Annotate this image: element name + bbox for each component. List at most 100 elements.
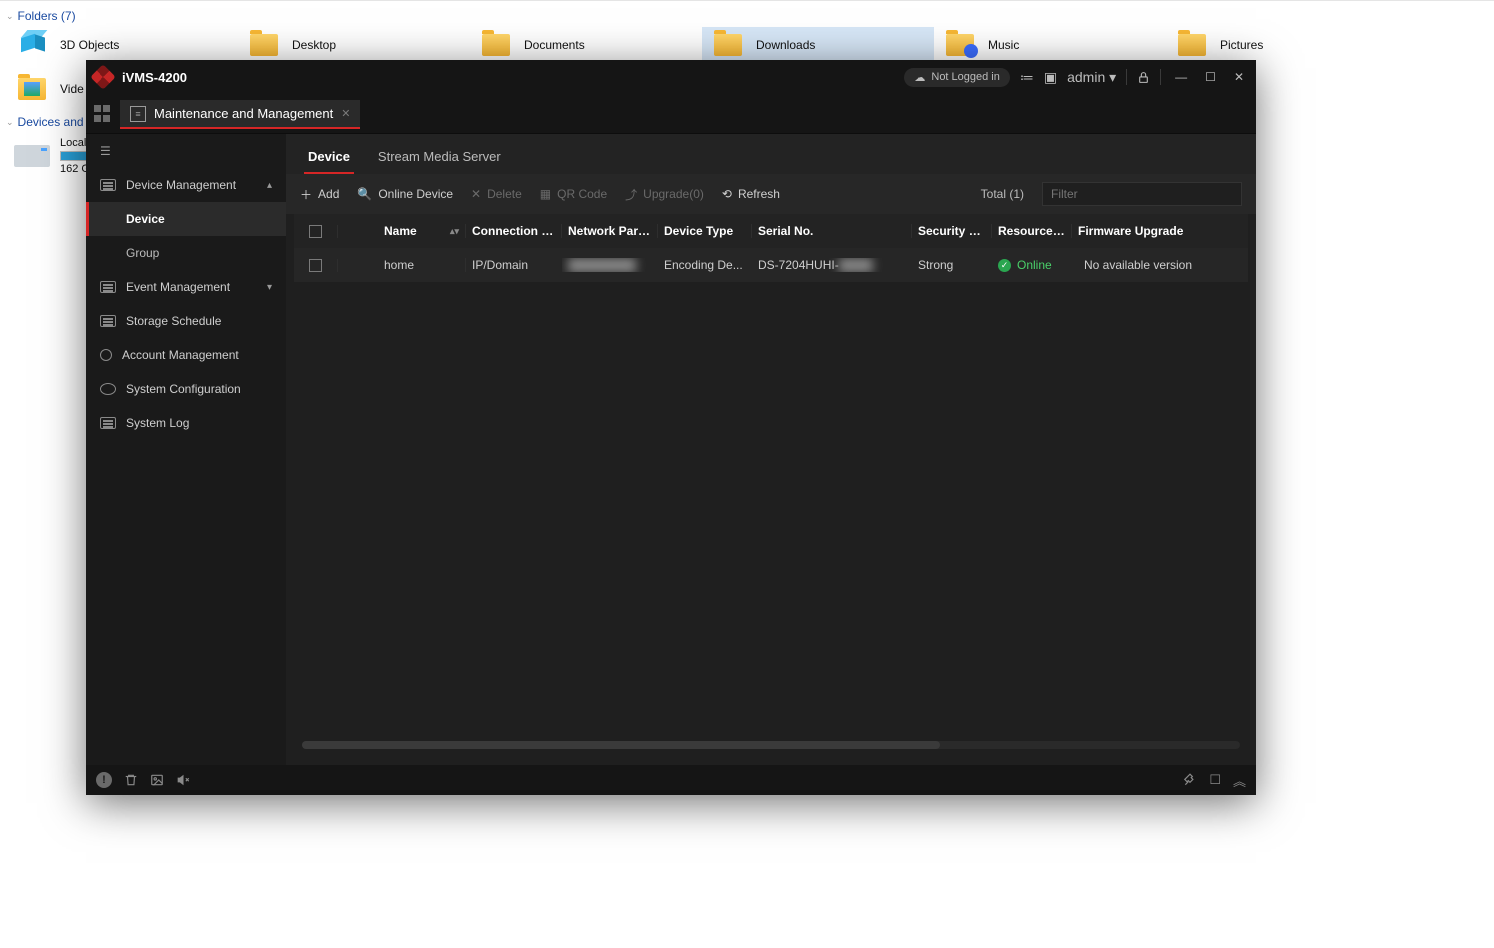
col-firmware-upgrade[interactable]: Firmware Upgrade xyxy=(1072,224,1204,238)
alert-icon[interactable]: ! xyxy=(96,772,112,788)
tab-label: Maintenance and Management xyxy=(154,106,333,121)
trash-icon[interactable] xyxy=(124,773,138,787)
sidebar-item-label: Group xyxy=(126,246,159,260)
qr-icon: ▦ xyxy=(540,187,551,201)
online-device-button[interactable]: 🔍Online Device xyxy=(357,187,453,201)
user-dropdown[interactable]: admin ▾ xyxy=(1067,69,1116,86)
toolbar: ＋Add 🔍Online Device ✕Delete ▦QR Code ⤴Up… xyxy=(286,174,1256,214)
app-logo-icon xyxy=(90,64,115,89)
row-checkbox[interactable] xyxy=(309,259,322,272)
upload-icon: ⤴ xyxy=(625,186,637,203)
folder-label: Vide xyxy=(60,82,84,96)
device-management-icon xyxy=(100,179,116,191)
cell-device-type: Encoding De... xyxy=(658,258,752,272)
ivms-app-window: iVMS-4200 ☁ Not Logged in ≔ ▣ admin ▾ — … xyxy=(86,60,1256,795)
col-network-param[interactable]: Network Param... xyxy=(562,224,658,238)
folder-desktop[interactable]: Desktop xyxy=(238,27,470,63)
folder-icon xyxy=(1174,31,1210,59)
refresh-button[interactable]: ⟲Refresh xyxy=(722,187,780,201)
separator xyxy=(1160,69,1161,85)
col-serial-no[interactable]: Serial No. xyxy=(752,224,912,238)
lock-icon[interactable] xyxy=(1137,71,1150,84)
sidebar-item-label: Device Management xyxy=(126,178,236,192)
sidebar-item-storage-schedule[interactable]: Storage Schedule xyxy=(86,304,286,338)
sort-icon: ▴▾ xyxy=(450,226,459,237)
sidebar-item-label: System Log xyxy=(126,416,189,430)
folders-label: Folders (7) xyxy=(18,9,76,23)
folders-section-header[interactable]: ⌄ Folders (7) xyxy=(0,1,1494,27)
home-grid-button[interactable] xyxy=(94,105,112,123)
file-explorer-background: ⌄ Folders (7) 3D Objects Desktop Documen… xyxy=(0,0,1494,948)
chevron-down-icon: ▾ xyxy=(267,282,272,293)
gear-icon xyxy=(100,383,116,395)
menu-list-icon[interactable]: ≔ xyxy=(1020,69,1034,86)
log-icon xyxy=(100,417,116,429)
close-button[interactable]: ✕ xyxy=(1230,68,1248,86)
col-name[interactable]: Name▴▾ xyxy=(378,224,466,238)
tab-device[interactable]: Device xyxy=(306,139,352,174)
cell-network-param: ████████ xyxy=(562,258,658,272)
folder-label: Desktop xyxy=(292,38,336,52)
cell-resource-status: ✓ Online xyxy=(992,258,1072,272)
login-status[interactable]: ☁ Not Logged in xyxy=(904,68,1010,87)
sidebar-item-system-configuration[interactable]: System Configuration xyxy=(86,372,286,406)
sidebar-toggle[interactable]: ☰ xyxy=(86,134,286,168)
folder-documents[interactable]: Documents xyxy=(470,27,702,63)
sidebar-item-device-management[interactable]: Device Management ▴ xyxy=(86,168,286,202)
check-circle-icon: ✓ xyxy=(998,259,1011,272)
col-connection-type[interactable]: Connection T... xyxy=(466,224,562,238)
titlebar[interactable]: iVMS-4200 ☁ Not Logged in ≔ ▣ admin ▾ — … xyxy=(86,60,1256,94)
col-device-type[interactable]: Device Type xyxy=(658,224,752,238)
plus-icon: ＋ xyxy=(300,186,312,203)
folder-label: Pictures xyxy=(1220,38,1263,52)
app-title: iVMS-4200 xyxy=(122,70,187,85)
sidebar-item-group[interactable]: Group xyxy=(86,236,286,270)
folder-icon xyxy=(942,31,978,59)
sidebar-item-system-log[interactable]: System Log xyxy=(86,406,286,440)
window-icon[interactable]: ☐ xyxy=(1209,772,1221,788)
separator xyxy=(1126,69,1127,85)
add-button[interactable]: ＋Add xyxy=(300,186,339,203)
mute-icon[interactable] xyxy=(176,773,191,787)
image-icon[interactable]: ▣ xyxy=(1044,69,1057,86)
folder-icon xyxy=(246,31,282,59)
main-content: Device Stream Media Server ＋Add 🔍Online … xyxy=(286,134,1256,765)
sidebar-item-event-management[interactable]: Event Management ▾ xyxy=(86,270,286,304)
sidebar-item-label: System Configuration xyxy=(126,382,241,396)
folder-label: Music xyxy=(988,38,1019,52)
tab-stream-media-server[interactable]: Stream Media Server xyxy=(376,139,503,174)
minimize-button[interactable]: — xyxy=(1171,68,1191,86)
folder-icon xyxy=(478,31,514,59)
folder-3d-objects[interactable]: 3D Objects xyxy=(6,27,238,63)
cell-firmware-upgrade: No available version xyxy=(1072,258,1204,272)
picture-icon[interactable] xyxy=(150,773,164,787)
col-resource-usage[interactable]: Resource Us... xyxy=(992,224,1072,238)
chevron-up-icon: ▴ xyxy=(267,180,272,191)
tab-maintenance-management[interactable]: ≡ Maintenance and Management ✕ xyxy=(120,100,360,128)
select-all-checkbox[interactable] xyxy=(309,225,322,238)
collapse-icon[interactable]: ︽ xyxy=(1233,771,1246,790)
cloud-icon: ☁ xyxy=(914,71,925,84)
x-icon: ✕ xyxy=(471,187,481,201)
maximize-button[interactable]: ☐ xyxy=(1201,68,1220,86)
sidebar-item-device[interactable]: Device xyxy=(86,202,286,236)
folder-music[interactable]: Music xyxy=(934,27,1166,63)
folder-label: Downloads xyxy=(756,38,815,52)
folder-pictures[interactable]: Pictures xyxy=(1166,27,1398,63)
folder-icon xyxy=(710,31,746,59)
table-row[interactable]: home IP/Domain ████████ Encoding De... D… xyxy=(294,248,1248,282)
cell-security-level: Strong xyxy=(912,258,992,272)
3d-objects-icon xyxy=(14,31,50,59)
horizontal-scrollbar[interactable] xyxy=(302,741,1240,749)
tab-close-icon[interactable]: ✕ xyxy=(341,107,350,120)
delete-button: ✕Delete xyxy=(471,187,522,201)
sidebar: ☰ Device Management ▴ Device Group Event… xyxy=(86,134,286,765)
folder-downloads[interactable]: Downloads xyxy=(702,27,934,63)
cell-name: home xyxy=(378,258,466,272)
folder-label: 3D Objects xyxy=(60,38,119,52)
filter-input[interactable] xyxy=(1042,182,1242,206)
pin-icon[interactable] xyxy=(1183,773,1197,787)
sidebar-item-account-management[interactable]: Account Management xyxy=(86,338,286,372)
refresh-icon: ⟲ xyxy=(722,187,732,201)
col-security-level[interactable]: Security Level xyxy=(912,224,992,238)
